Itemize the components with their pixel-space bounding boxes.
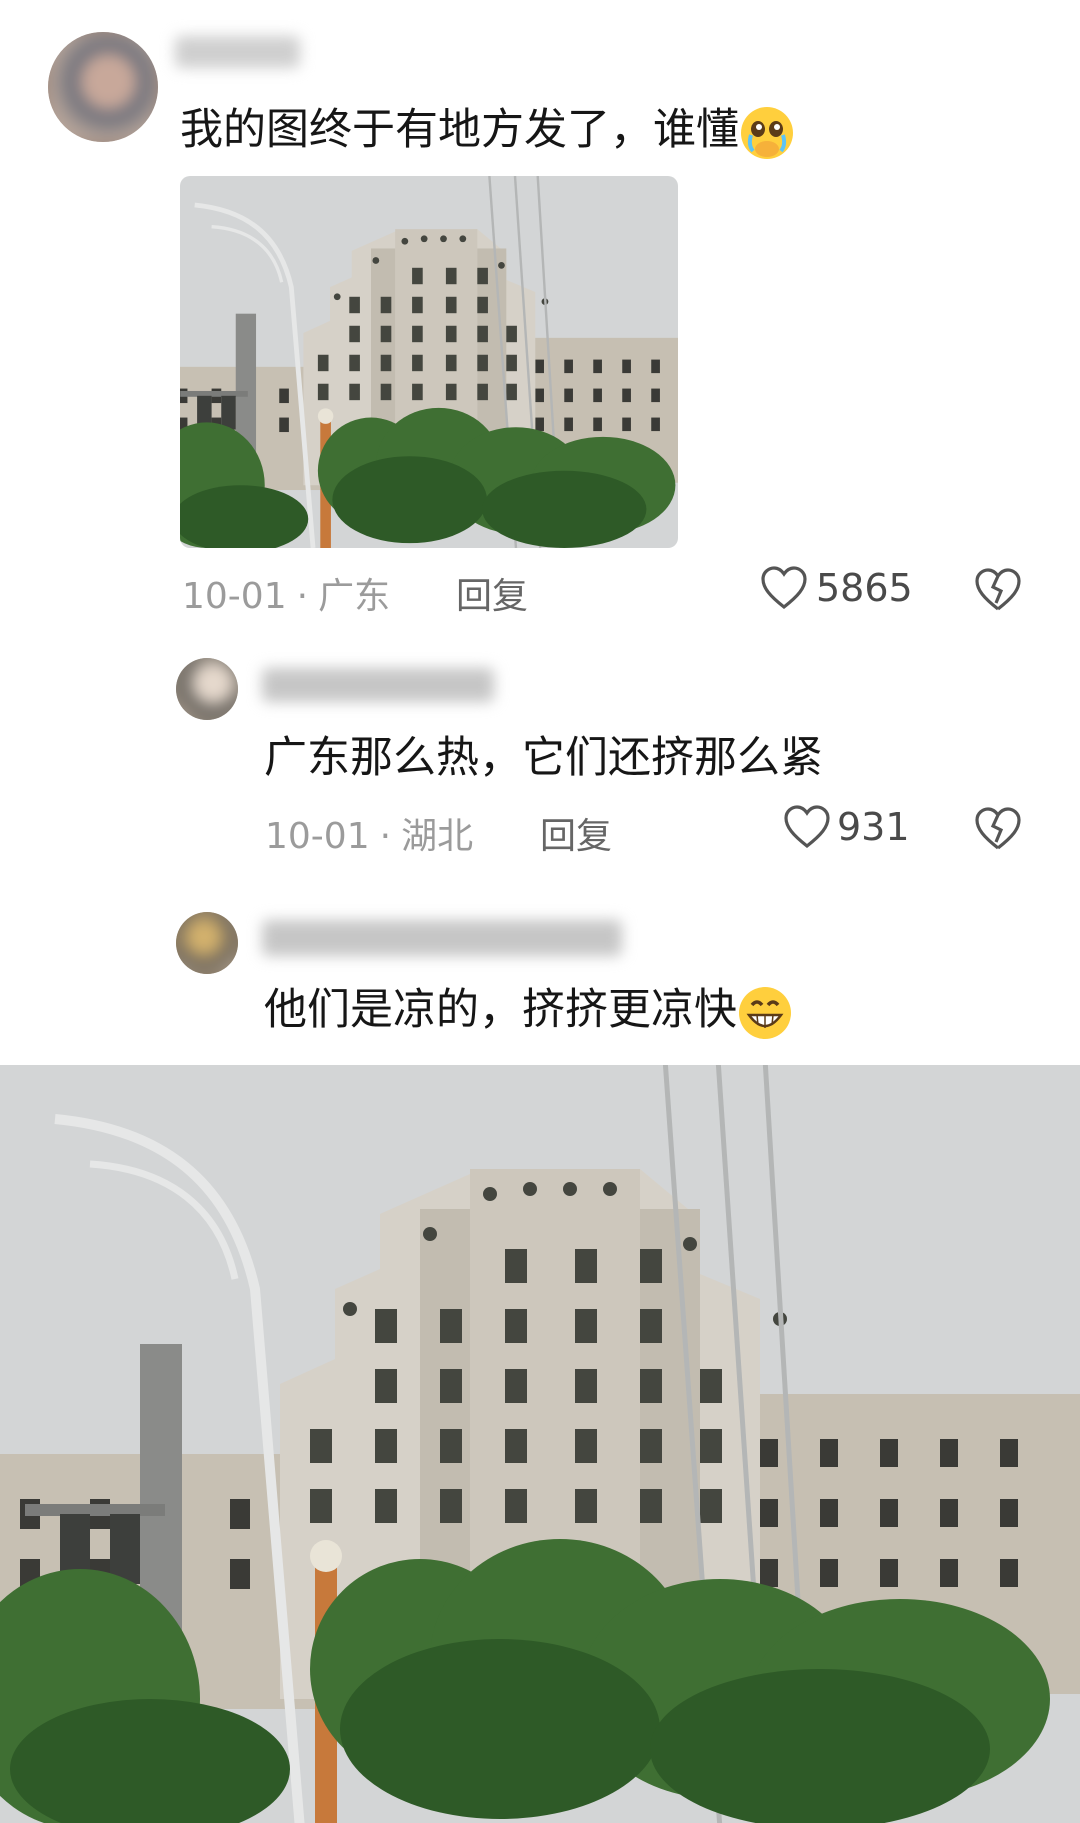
like-button[interactable]: 931 <box>783 804 910 850</box>
avatar[interactable] <box>176 658 238 720</box>
comment-meta: 10-01 · 广东 <box>182 576 391 617</box>
avatar[interactable] <box>48 32 158 142</box>
reply-button[interactable]: 回复 <box>456 567 528 619</box>
building-photo <box>0 1065 1080 1823</box>
grinning-face-icon <box>739 986 791 1039</box>
comment-image[interactable] <box>180 176 678 548</box>
comment-text: 他们是凉的，挤挤更凉快 <box>264 984 793 1041</box>
comment-region: 广东 <box>318 576 391 617</box>
comment-date: 10-01 <box>265 816 370 857</box>
heart-outline-icon <box>784 805 830 849</box>
avatar[interactable] <box>176 912 238 974</box>
username[interactable] <box>262 668 494 702</box>
broken-heart-icon[interactable] <box>974 567 1022 613</box>
username[interactable] <box>262 920 622 956</box>
reply-button[interactable]: 回复 <box>540 807 612 859</box>
comment-meta: 10-01 · 湖北 <box>265 816 474 857</box>
like-count: 5865 <box>816 566 913 610</box>
pleading-crying-face-icon <box>741 106 793 159</box>
broken-heart-icon[interactable] <box>974 806 1022 852</box>
heart-outline-icon <box>761 566 807 610</box>
comment-text: 广东那么热，它们还挤那么紧 <box>264 733 823 783</box>
comment-region: 湖北 <box>401 816 474 857</box>
like-count: 931 <box>837 805 910 849</box>
username[interactable] <box>175 36 300 68</box>
comment-text: 我的图终于有地方发了，谁懂 <box>180 104 795 161</box>
comment-date: 10-01 <box>182 576 287 617</box>
like-button[interactable]: 5865 <box>760 565 913 611</box>
